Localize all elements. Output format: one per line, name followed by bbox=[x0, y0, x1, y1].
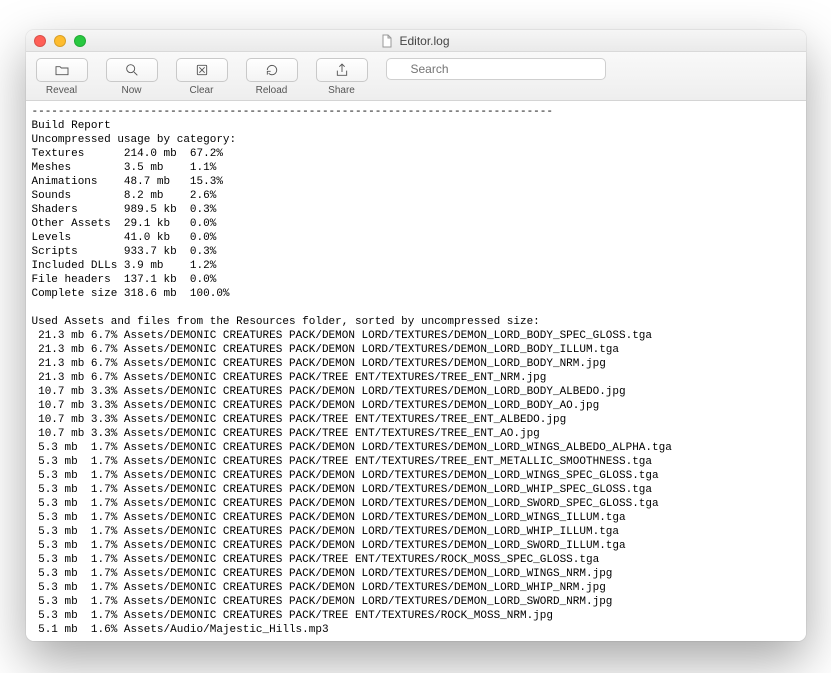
window-title: Editor.log bbox=[26, 34, 806, 48]
reload-item: Reload bbox=[246, 58, 298, 96]
now-label: Now bbox=[121, 85, 141, 96]
share-item: Share bbox=[316, 58, 368, 96]
clear-item: Clear bbox=[176, 58, 228, 96]
reveal-button[interactable] bbox=[36, 58, 88, 82]
reveal-item: Reveal bbox=[36, 58, 88, 96]
toolbar: Reveal Now Clear Reload Share bbox=[26, 52, 806, 101]
reload-button[interactable] bbox=[246, 58, 298, 82]
search-wrap bbox=[386, 58, 796, 80]
clear-button[interactable] bbox=[176, 58, 228, 82]
window-title-text: Editor.log bbox=[399, 34, 449, 48]
log-content[interactable]: ----------------------------------------… bbox=[26, 101, 806, 641]
now-button[interactable] bbox=[106, 58, 158, 82]
share-icon bbox=[334, 62, 350, 78]
reveal-label: Reveal bbox=[46, 85, 77, 96]
folder-icon bbox=[54, 62, 70, 78]
clear-label: Clear bbox=[190, 85, 214, 96]
now-item: Now bbox=[106, 58, 158, 96]
reload-icon bbox=[264, 62, 280, 78]
share-label: Share bbox=[328, 85, 355, 96]
clear-icon bbox=[194, 62, 210, 78]
document-icon bbox=[381, 34, 393, 48]
share-button[interactable] bbox=[316, 58, 368, 82]
console-window: Editor.log Reveal Now Clear Reload bbox=[26, 30, 806, 641]
titlebar: Editor.log bbox=[26, 30, 806, 52]
reload-label: Reload bbox=[256, 85, 288, 96]
search-input[interactable] bbox=[386, 58, 606, 80]
magnifier-icon bbox=[124, 62, 140, 78]
